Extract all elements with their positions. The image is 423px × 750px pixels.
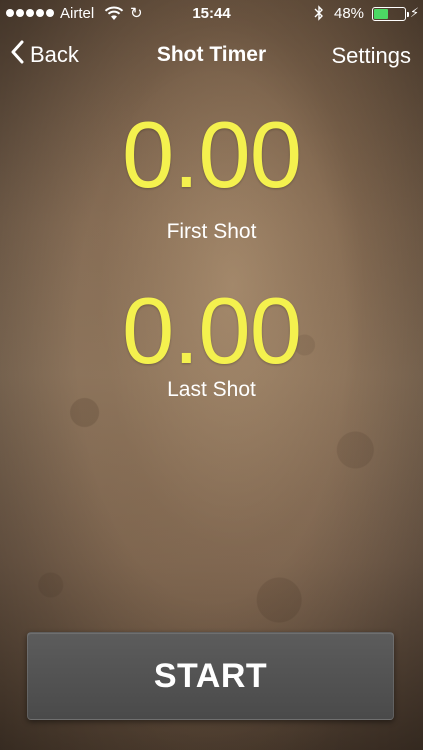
last-shot-time: 0.00	[122, 278, 302, 383]
first-shot-label: First Shot	[166, 220, 257, 243]
settings-button[interactable]: Settings	[332, 43, 412, 69]
status-bar: Airtel ↻ 15:44 48% ⚡	[0, 0, 423, 28]
shot-timer-screen: Airtel ↻ 15:44 48% ⚡ Back Shot Timer Set…	[0, 0, 423, 750]
battery-fill	[374, 9, 389, 19]
start-label: START	[153, 656, 268, 695]
battery-percent: 48%	[334, 5, 365, 22]
first-shot-time: 0.00	[122, 102, 302, 207]
start-button[interactable]: START	[27, 632, 394, 720]
charging-icon: ⚡	[410, 5, 420, 20]
last-shot-label: Last Shot	[167, 378, 256, 401]
navigation-bar: Back Shot Timer Settings	[0, 28, 423, 84]
battery-icon	[372, 7, 409, 21]
bluetooth-icon	[314, 5, 324, 24]
